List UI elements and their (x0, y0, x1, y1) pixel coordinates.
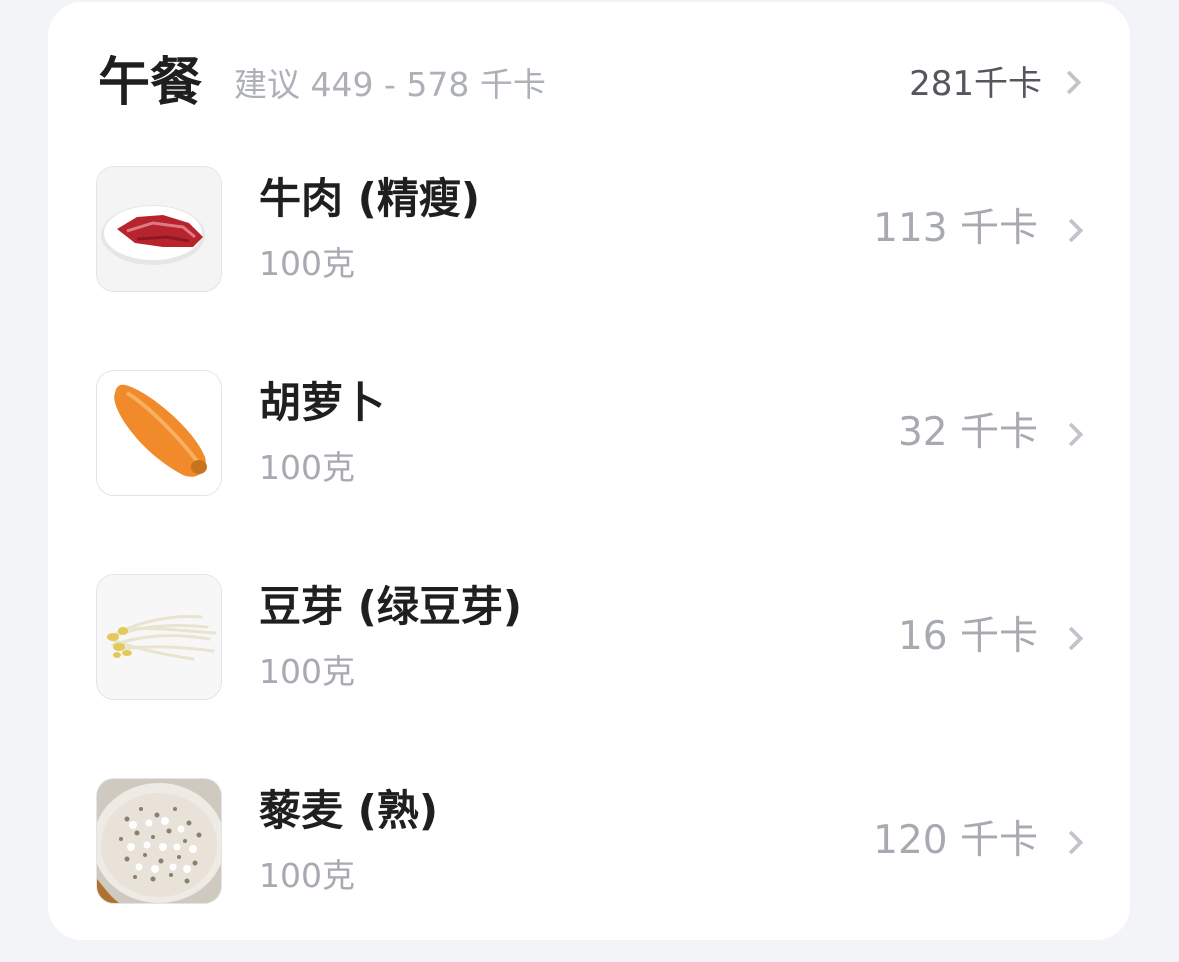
beef-photo-icon (96, 166, 222, 292)
chevron-right-icon (1059, 830, 1084, 855)
food-name: 豆芽 (绿豆芽) (259, 582, 523, 631)
food-calories: 16 千卡 (897, 614, 1038, 659)
meal-suggestion: 建议 449 - 578 千卡 (234, 65, 546, 104)
food-name: 胡萝卜 (259, 378, 386, 427)
carrot-photo-icon (96, 370, 222, 496)
food-amount: 100克 (259, 244, 355, 283)
food-row-beef[interactable]: 牛肉 (精瘦) 100克 113 千卡 (96, 166, 1086, 292)
chevron-right-icon (1059, 626, 1084, 651)
chevron-right-icon (1059, 422, 1084, 447)
food-name: 藜麦 (熟) (259, 786, 439, 835)
meal-title: 午餐 (98, 53, 203, 113)
chevron-right-icon (1057, 70, 1082, 95)
meal-card: 午餐 建议 449 - 578 千卡 281千卡 牛肉 (精瘦) 100克 11… (48, 2, 1130, 940)
food-row-bean-sprouts[interactable]: 豆芽 (绿豆芽) 100克 16 千卡 (96, 574, 1086, 700)
food-row-quinoa[interactable]: 藜麦 (熟) 100克 120 千卡 (96, 778, 1086, 904)
food-name: 牛肉 (精瘦) (259, 174, 481, 223)
meal-header[interactable]: 午餐 建议 449 - 578 千卡 281千卡 (98, 50, 1084, 120)
food-amount: 100克 (259, 448, 355, 487)
chevron-right-icon (1059, 218, 1084, 243)
meal-total-calories: 281千卡 (909, 64, 1042, 104)
food-amount: 100克 (259, 652, 355, 691)
food-calories: 120 千卡 (873, 818, 1038, 863)
quinoa-photo-icon (96, 778, 222, 904)
food-amount: 100克 (259, 856, 355, 895)
food-calories: 113 千卡 (873, 206, 1038, 251)
food-calories: 32 千卡 (897, 410, 1038, 455)
bean-sprouts-photo-icon (96, 574, 222, 700)
food-row-carrot[interactable]: 胡萝卜 100克 32 千卡 (96, 370, 1086, 496)
